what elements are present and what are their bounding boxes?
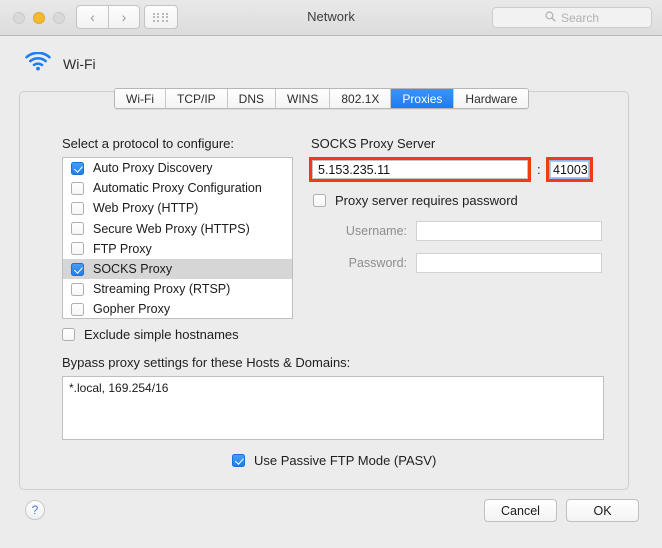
- list-item[interactable]: Streaming Proxy (RTSP): [63, 279, 292, 299]
- ok-button[interactable]: OK: [566, 499, 639, 522]
- password-label: Password:: [332, 256, 407, 270]
- tab-wifi[interactable]: Wi-Fi: [115, 89, 166, 108]
- checkbox-exclude-simple-hostnames[interactable]: [62, 328, 75, 341]
- list-item-label: Automatic Proxy Configuration: [93, 181, 262, 195]
- list-item[interactable]: Secure Web Proxy (HTTPS): [63, 219, 292, 239]
- search-placeholder: Search: [561, 11, 599, 25]
- list-item[interactable]: FTP Proxy: [63, 239, 292, 259]
- port-field-highlight: 41003: [546, 157, 593, 182]
- socks-server-input[interactable]: 5.153.235.11: [312, 160, 528, 179]
- exclude-simple-hostnames-row[interactable]: Exclude simple hostnames: [62, 327, 239, 342]
- socks-port-value: 41003: [553, 163, 588, 177]
- port-separator: :: [537, 162, 541, 177]
- passive-ftp-row[interactable]: Use Passive FTP Mode (PASV): [232, 453, 436, 468]
- checkbox-secure-web-proxy-https[interactable]: [71, 222, 84, 235]
- requires-password-row[interactable]: Proxy server requires password: [313, 193, 518, 208]
- tab-hardware[interactable]: Hardware: [454, 89, 528, 108]
- interface-label: Wi-Fi: [63, 56, 96, 72]
- checkbox-automatic-proxy-configuration[interactable]: [71, 182, 84, 195]
- checkbox-ftp-proxy[interactable]: [71, 242, 84, 255]
- password-row: Password:: [332, 253, 602, 273]
- checkbox-proxy-requires-password[interactable]: [313, 194, 326, 207]
- wifi-icon: [25, 52, 51, 76]
- checkbox-web-proxy-http[interactable]: [71, 202, 84, 215]
- list-item-label: Streaming Proxy (RTSP): [93, 282, 230, 296]
- list-item-label: Gopher Proxy: [93, 302, 170, 316]
- checkbox-passive-ftp-mode[interactable]: [232, 454, 245, 467]
- search-input[interactable]: Search: [492, 7, 652, 28]
- cancel-button[interactable]: Cancel: [484, 499, 557, 522]
- password-field[interactable]: [416, 253, 602, 273]
- tab-tcpip[interactable]: TCP/IP: [166, 89, 228, 108]
- requires-password-label: Proxy server requires password: [335, 193, 518, 208]
- tab-wins[interactable]: WINS: [276, 89, 330, 108]
- bypass-label: Bypass proxy settings for these Hosts & …: [62, 355, 350, 370]
- help-button[interactable]: ?: [25, 500, 45, 520]
- bypass-textarea[interactable]: *.local, 169.254/16: [62, 376, 604, 440]
- question-mark-icon: ?: [32, 503, 39, 517]
- list-item[interactable]: Web Proxy (HTTP): [63, 198, 292, 218]
- username-label: Username:: [332, 224, 407, 238]
- list-item[interactable]: Gopher Proxy: [63, 299, 292, 319]
- search-icon: [545, 9, 556, 27]
- socks-proxy-server-title: SOCKS Proxy Server: [311, 136, 435, 151]
- network-preferences-window: ‹ › Network Search: [0, 0, 662, 548]
- interface-header: Wi-Fi: [25, 52, 96, 76]
- tab-8021x[interactable]: 802.1X: [330, 89, 391, 108]
- username-field[interactable]: [416, 221, 602, 241]
- protocol-list[interactable]: Auto Proxy Discovery Automatic Proxy Con…: [62, 157, 293, 319]
- list-item-label: Auto Proxy Discovery: [93, 161, 212, 175]
- passive-ftp-label: Use Passive FTP Mode (PASV): [254, 453, 436, 468]
- list-item-socks-proxy[interactable]: SOCKS Proxy: [63, 259, 292, 279]
- window-titlebar: ‹ › Network Search: [0, 0, 662, 36]
- tab-proxies[interactable]: Proxies: [391, 89, 454, 108]
- list-item[interactable]: Automatic Proxy Configuration: [63, 178, 292, 198]
- socks-port-input[interactable]: 41003: [549, 160, 590, 179]
- list-item-label: FTP Proxy: [93, 242, 152, 256]
- checkbox-socks-proxy[interactable]: [71, 263, 84, 276]
- tab-dns[interactable]: DNS: [228, 89, 276, 108]
- checkbox-streaming-proxy-rtsp[interactable]: [71, 283, 84, 296]
- tab-bar: Wi-Fi TCP/IP DNS WINS 802.1X Proxies Har…: [114, 88, 529, 109]
- list-item-label: Web Proxy (HTTP): [93, 201, 198, 215]
- checkbox-gopher-proxy[interactable]: [71, 303, 84, 316]
- server-field-highlight: 5.153.235.11: [309, 157, 531, 182]
- username-row: Username:: [332, 221, 602, 241]
- checkbox-auto-proxy-discovery[interactable]: [71, 162, 84, 175]
- list-item[interactable]: Auto Proxy Discovery: [63, 158, 292, 178]
- list-item-label: Secure Web Proxy (HTTPS): [93, 222, 250, 236]
- list-item-label: SOCKS Proxy: [93, 262, 172, 276]
- exclude-simple-hostnames-label: Exclude simple hostnames: [84, 327, 239, 342]
- protocol-list-label: Select a protocol to configure:: [62, 136, 234, 151]
